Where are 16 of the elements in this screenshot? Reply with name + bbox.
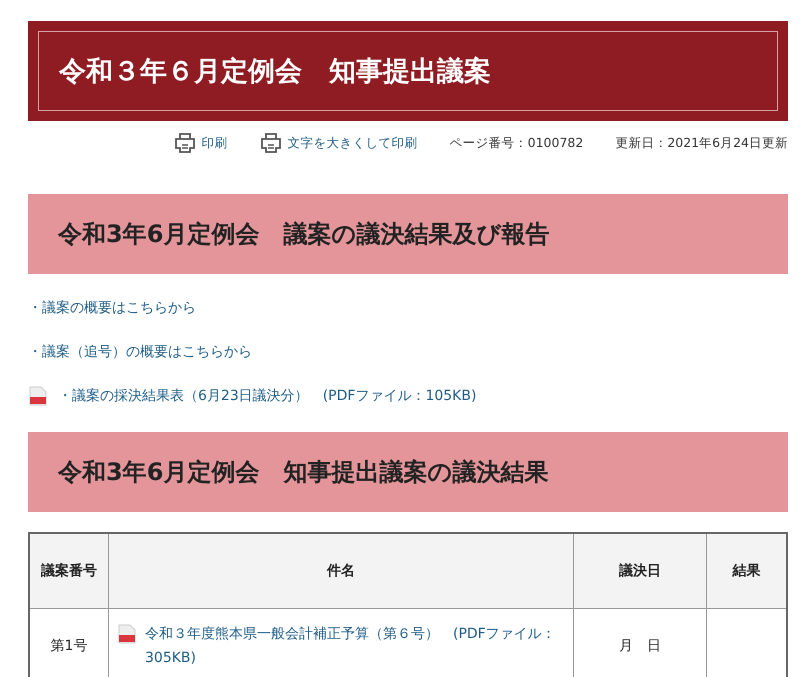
document-link[interactable]: ・議案の採決結果表（6月23日議決分） (PDFファイル：105KB) — [58, 387, 476, 405]
print-link[interactable]: 文字を大きくして印刷 — [260, 133, 418, 153]
page-title: 令和３年６月定例会 知事提出議案 — [59, 55, 491, 89]
column-header: 議決日 — [574, 533, 706, 608]
printer-icon — [260, 133, 282, 153]
page-info: 更新日：2021年6月24日更新 — [615, 134, 788, 152]
column-header: 件名 — [108, 533, 574, 608]
column-header: 結果 — [706, 533, 787, 608]
section-heading: 令和3年6月定例会 知事提出議案の議決結果 — [28, 432, 788, 512]
column-header: 議案番号 — [29, 533, 108, 608]
printer-icon — [174, 133, 196, 153]
document-link[interactable]: ・議案（追号）の概要はこちらから — [28, 343, 252, 361]
document-link[interactable]: ・議案の概要はこちらから — [28, 299, 196, 317]
page-info: ページ番号：0100782 — [450, 134, 584, 152]
section-heading: 令和3年6月定例会 議案の議決結果及び報告 — [28, 194, 788, 274]
print-link[interactable]: 印刷 — [174, 133, 228, 153]
